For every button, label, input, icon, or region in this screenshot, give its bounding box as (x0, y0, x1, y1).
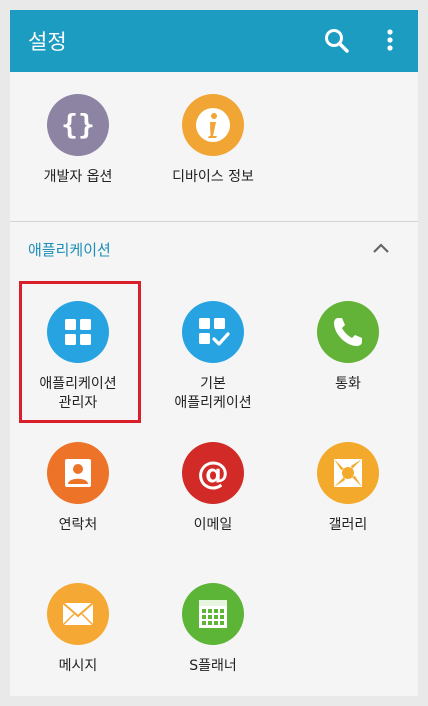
info-icon (182, 94, 244, 156)
item-label: 연락처 (58, 517, 98, 533)
item-label: 메시지 (58, 658, 98, 674)
more-vert-icon[interactable] (382, 27, 398, 55)
chevron-up-icon[interactable] (370, 240, 392, 256)
contact-icon (47, 442, 109, 504)
s-planner-item[interactable]: S플래너 (154, 583, 272, 696)
messages-item[interactable]: 메시지 (19, 583, 137, 696)
page-title: 설정 (28, 30, 67, 54)
app-bar: 설정 (10, 10, 418, 72)
item-label: 개발자 옵션 (43, 169, 113, 185)
highlight-box (19, 281, 141, 423)
gallery-item[interactable]: 갤러리 (289, 442, 407, 582)
braces-icon: {} (47, 94, 109, 156)
svg-text:{}: {} (61, 108, 95, 141)
settings-screen: 설정 {} 개발자 옵션 디바이스 정보 애플리케이션 애플리케이션 관리자 기… (10, 10, 418, 696)
item-label: S플래너 (189, 658, 237, 674)
email-item[interactable]: @ 이메일 (154, 442, 272, 582)
item-label: 이메일 (193, 517, 233, 533)
item-label: 갤러리 (328, 517, 368, 533)
gallery-icon (317, 442, 379, 504)
at-icon: @ (182, 442, 244, 504)
divider (10, 221, 418, 222)
default-apps-item[interactable]: 기본 애플리케이션 (154, 301, 272, 441)
grid-check-icon (182, 301, 244, 363)
search-icon[interactable] (323, 27, 351, 55)
calendar-icon (182, 583, 244, 645)
item-label: 기본 애플리케이션 (174, 376, 252, 411)
developer-options-item[interactable]: {} 개발자 옵션 (19, 94, 137, 234)
item-label: 디바이스 정보 (172, 169, 254, 185)
item-label: 통화 (335, 376, 361, 392)
svg-text:@: @ (197, 454, 229, 492)
phone-icon (317, 301, 379, 363)
call-item[interactable]: 통화 (289, 301, 407, 441)
device-info-item[interactable]: 디바이스 정보 (154, 94, 272, 234)
section-title: 애플리케이션 (28, 241, 111, 259)
message-icon (47, 583, 109, 645)
contacts-item[interactable]: 연락처 (19, 442, 137, 582)
